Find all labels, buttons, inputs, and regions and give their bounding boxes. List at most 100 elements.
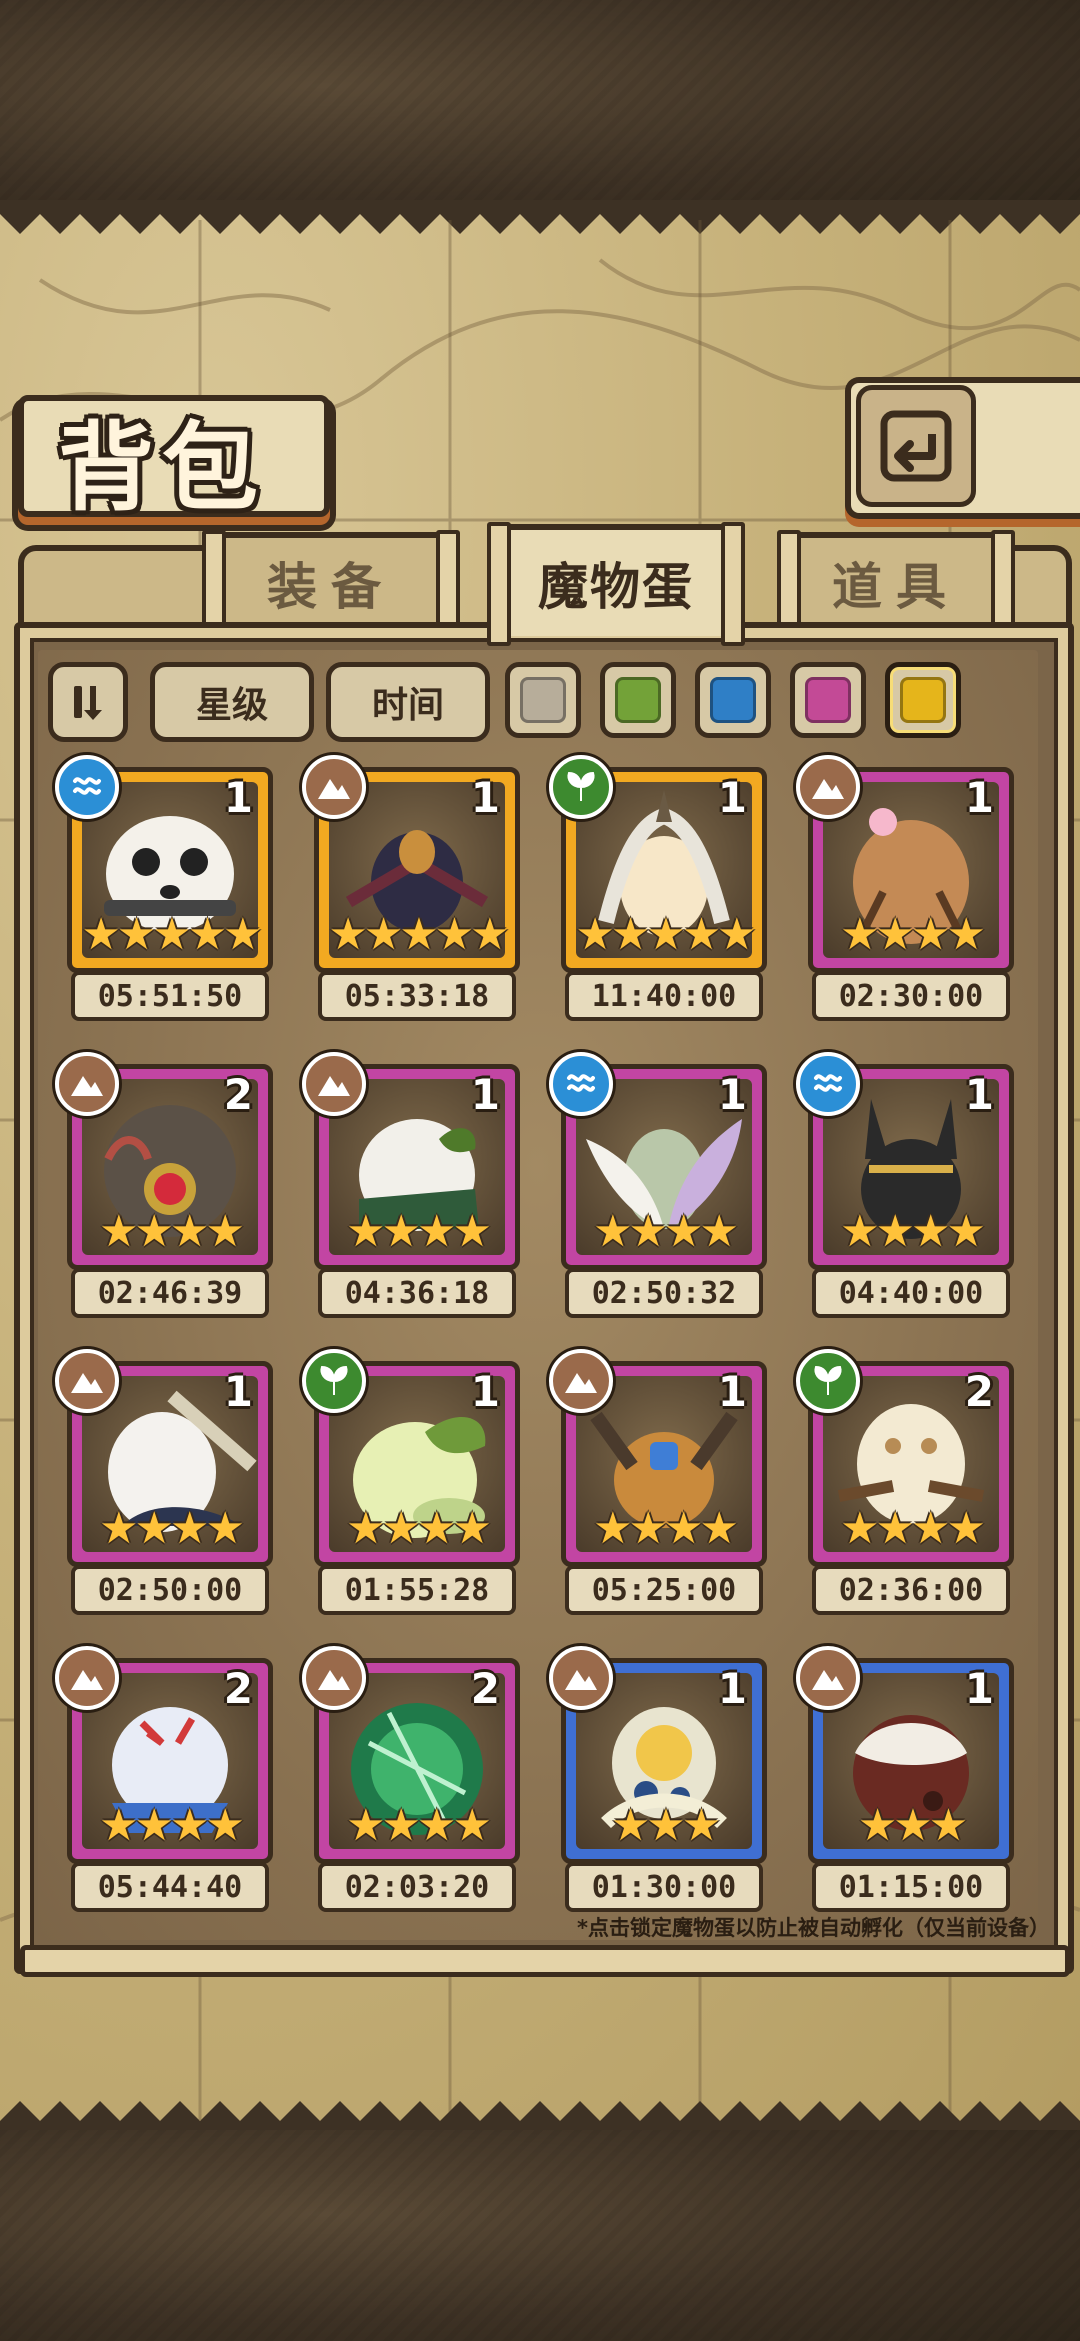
hatch-timer: 05:44:40 [71, 1862, 269, 1912]
star-rating: ★★★★ [99, 1206, 245, 1257]
star-rating: ★★★★ [99, 1503, 245, 1554]
earth-element-icon [302, 755, 366, 819]
egg-count: 1 [470, 1367, 500, 1416]
filter-swatch [615, 677, 661, 723]
hatch-timer: 04:40:00 [812, 1268, 1010, 1318]
egg-count: 1 [717, 1664, 747, 1713]
star-rating: ★★★★ [593, 1206, 739, 1257]
wood-element-icon [302, 1349, 366, 1413]
tab-label: 装备 [267, 558, 395, 616]
tab-items[interactable]: 道具 [777, 530, 1015, 638]
sort-by-time-label: 时间 [371, 685, 444, 726]
star-rating: ★★★★ [593, 1503, 739, 1554]
egg-card[interactable]: 2 ★★★★ 02:46:39 [55, 1052, 273, 1318]
egg-card[interactable]: 1 ★★★★ 05:25:00 [549, 1349, 767, 1615]
filter-swatch [900, 677, 946, 723]
egg-count: 1 [964, 1664, 994, 1713]
top-map-band [0, 0, 1080, 215]
wood-element-icon [549, 755, 613, 819]
filter-swatch [520, 677, 566, 723]
tab-label: 魔物蛋 [538, 558, 694, 616]
tab-monster-eggs[interactable]: 魔物蛋 [487, 522, 745, 646]
filter-green-button[interactable] [600, 662, 676, 738]
hatch-timer: 02:30:00 [812, 971, 1010, 1021]
filter-swatch [710, 677, 756, 723]
hatch-timer: 05:25:00 [565, 1565, 763, 1615]
earth-element-icon [796, 1646, 860, 1710]
tab-post [721, 522, 745, 646]
star-rating: ★★★ [610, 1800, 721, 1851]
earth-element-icon [55, 1052, 119, 1116]
egg-card[interactable]: 2 ★★★★ 05:44:40 [55, 1646, 273, 1912]
hatch-timer: 11:40:00 [565, 971, 763, 1021]
hatch-timer: 05:51:50 [71, 971, 269, 1021]
hatch-timer: 01:30:00 [565, 1862, 763, 1912]
lock-hint-text: *点击锁定魔物蛋以防止被自动孵化（仅当前设备） [577, 1916, 1050, 1940]
star-rating: ★★★★★ [575, 909, 756, 960]
earth-element-icon [796, 755, 860, 819]
tab-label: 道具 [832, 558, 960, 616]
filter-blue-button[interactable] [695, 662, 771, 738]
sort-by-star-button[interactable]: 星级 [150, 662, 314, 742]
egg-card[interactable]: 2 ★★★★ 02:03:20 [302, 1646, 520, 1912]
hatch-timer: 01:15:00 [812, 1862, 1010, 1912]
egg-card[interactable]: 1 ★★★★★ 11:40:00 [549, 755, 767, 1021]
egg-card[interactable]: 2 ★★★★ 02:36:00 [796, 1349, 1014, 1615]
egg-card[interactable]: 1 ★★★★ 02:30:00 [796, 755, 1014, 1021]
star-rating: ★★★★ [840, 1206, 986, 1257]
sort-order-button[interactable] [48, 662, 128, 742]
egg-card[interactable]: 1 ★★★★ 02:50:00 [55, 1349, 273, 1615]
wood-element-icon [796, 1349, 860, 1413]
egg-count: 1 [717, 773, 747, 822]
earth-element-icon [55, 1349, 119, 1413]
page-title: 背包 [58, 411, 266, 524]
egg-count: 1 [223, 1367, 253, 1416]
star-rating: ★★★★★ [328, 909, 509, 960]
egg-count: 1 [223, 773, 253, 822]
earth-element-icon [549, 1646, 613, 1710]
star-rating: ★★★★ [346, 1206, 492, 1257]
egg-card[interactable]: 1 ★★★ 01:30:00 [549, 1646, 767, 1912]
egg-card[interactable]: 1 ★★★★ 01:55:28 [302, 1349, 520, 1615]
return-icon [880, 410, 952, 482]
egg-card[interactable]: 1 ★★★★ 04:40:00 [796, 1052, 1014, 1318]
hatch-timer: 01:55:28 [318, 1565, 516, 1615]
hatch-timer: 04:36:18 [318, 1268, 516, 1318]
earth-element-icon [302, 1646, 366, 1710]
water-element-icon [55, 755, 119, 819]
egg-card[interactable]: 1 ★★★★★ 05:33:18 [302, 755, 520, 1021]
hatch-timer: 02:36:00 [812, 1565, 1010, 1615]
egg-count: 1 [964, 773, 994, 822]
egg-count: 1 [470, 773, 500, 822]
star-rating: ★★★ [857, 1800, 968, 1851]
hatch-timer: 02:46:39 [71, 1268, 269, 1318]
water-element-icon [796, 1052, 860, 1116]
hatch-timer: 05:33:18 [318, 971, 516, 1021]
egg-card[interactable]: 1 ★★★ 01:15:00 [796, 1646, 1014, 1912]
tab-post [487, 522, 511, 646]
egg-count: 1 [717, 1367, 747, 1416]
egg-card[interactable]: 1 ★★★★ 04:36:18 [302, 1052, 520, 1318]
star-rating: ★★★★ [840, 1503, 986, 1554]
earth-element-icon [549, 1349, 613, 1413]
star-rating: ★★★★★ [81, 909, 262, 960]
panel-bottom-rail [20, 1945, 1070, 1977]
filter-pink-button[interactable] [790, 662, 866, 738]
earth-element-icon [302, 1052, 366, 1116]
egg-count: 1 [964, 1070, 994, 1119]
star-rating: ★★★★ [346, 1800, 492, 1851]
star-rating: ★★★★ [346, 1503, 492, 1554]
egg-card[interactable]: 1 ★★★★★ 05:51:50 [55, 755, 273, 1021]
sort-by-time-button[interactable]: 时间 [326, 662, 490, 742]
back-button[interactable] [856, 385, 976, 507]
filter-gold-button[interactable] [885, 662, 961, 738]
water-element-icon [549, 1052, 613, 1116]
filter-gray-button[interactable] [505, 662, 581, 738]
filter-swatch [805, 677, 851, 723]
egg-card[interactable]: 1 ★★★★ 02:50:32 [549, 1052, 767, 1318]
hatch-timer: 02:03:20 [318, 1862, 516, 1912]
tab-equipment[interactable]: 装备 [202, 530, 460, 638]
star-rating: ★★★★ [99, 1800, 245, 1851]
bottom-map-band [0, 2130, 1080, 2341]
earth-element-icon [55, 1646, 119, 1710]
